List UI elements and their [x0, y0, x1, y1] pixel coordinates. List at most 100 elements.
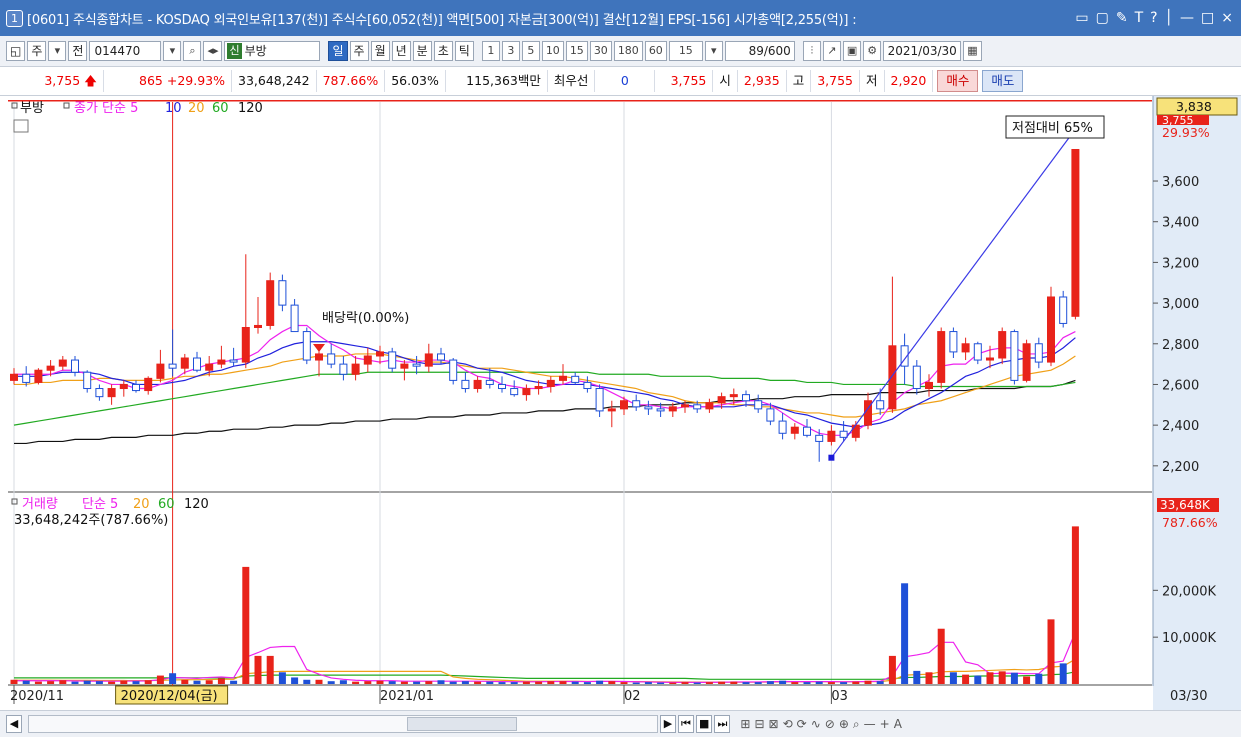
volume-bar: [937, 628, 945, 684]
volume-bar: [486, 681, 494, 684]
volume-value: 33,648,242: [232, 70, 317, 92]
volume-bar: [669, 682, 677, 684]
zoom-out-icon[interactable]: —: [864, 717, 876, 732]
tool-icon-4[interactable]: ⟲: [783, 717, 793, 732]
volume-bar: [1023, 676, 1031, 684]
scroll-left-button[interactable]: ◀: [6, 715, 22, 733]
volume-bar: [132, 681, 140, 684]
first-button[interactable]: ⏮: [678, 715, 694, 733]
candle-body: [1022, 343, 1031, 381]
volume-readout: 33,648,242주(787.66%): [14, 513, 168, 528]
volume-bar: [730, 681, 738, 684]
scrollbar-thumb[interactable]: [407, 717, 517, 731]
grid-toggle-icon[interactable]: [13, 119, 29, 133]
candle-body: [376, 351, 384, 357]
interval-15[interactable]: 15: [565, 41, 588, 61]
close-icon[interactable]: ×: [1221, 10, 1233, 26]
maximize-icon[interactable]: □: [1201, 10, 1214, 26]
calendar-icon[interactable]: ▦: [963, 41, 982, 61]
copy-window-icon[interactable]: ▢: [1096, 10, 1109, 26]
stock-chart[interactable]: 3,600 3,400 3,200 3,000 2,800 2,600 2,400 2,200…: [0, 96, 1241, 712]
candle-body: [144, 377, 153, 392]
date-input[interactable]: 2021/03/30: [883, 41, 962, 61]
play-button[interactable]: ▶: [660, 715, 676, 733]
interval-180[interactable]: 180: [613, 41, 643, 61]
stock-code-input[interactable]: 014470: [89, 41, 162, 61]
tool-icon-2[interactable]: ⊟: [754, 717, 764, 732]
candle-body: [266, 280, 275, 326]
indicator-icon[interactable]: ⫶: [802, 41, 821, 61]
tool-icon-7[interactable]: ⊘: [825, 717, 835, 732]
buy-button[interactable]: 매수: [937, 70, 979, 92]
sell-button[interactable]: 매도: [982, 70, 1024, 92]
stop-button[interactable]: ■: [696, 715, 713, 733]
interval-60[interactable]: 60: [644, 41, 667, 61]
layout-icon[interactable]: ◱: [6, 41, 26, 61]
font-size-icon[interactable]: A: [894, 717, 902, 732]
volume-bar: [193, 680, 201, 684]
font-icon[interactable]: T: [1135, 10, 1144, 26]
interval-input[interactable]: 15: [668, 41, 703, 61]
zoom-in-icon[interactable]: +: [880, 717, 890, 732]
volume-bar: [254, 655, 262, 684]
tab-minute[interactable]: 분: [412, 41, 432, 61]
zoom-icon[interactable]: ⌕: [853, 717, 860, 732]
volume-bar: [901, 583, 909, 684]
count-input[interactable]: 89/600: [724, 41, 795, 61]
interval-5[interactable]: 5: [521, 41, 540, 61]
minimize-icon[interactable]: —: [1180, 10, 1194, 26]
chevron-down-icon[interactable]: ▾: [48, 41, 67, 61]
prev-button[interactable]: 전: [68, 41, 88, 61]
volume-bar: [766, 681, 774, 684]
scrollbar[interactable]: [28, 715, 658, 733]
chevron-down-icon[interactable]: ▾: [704, 41, 723, 61]
tab-month[interactable]: 월: [370, 41, 390, 61]
interval-10[interactable]: 10: [541, 41, 564, 61]
candle-body: [412, 363, 421, 367]
candle-body: [278, 280, 287, 306]
interval-1[interactable]: 1: [481, 41, 500, 61]
tool-icon-6[interactable]: ∿: [811, 717, 821, 732]
search-icon[interactable]: ⌕: [183, 41, 202, 61]
candle-body: [912, 365, 921, 390]
candle-body: [339, 363, 348, 375]
edit-icon[interactable]: ✎: [1116, 10, 1128, 26]
volume-bar: [71, 681, 79, 684]
layout-icon[interactable]: ▭: [1075, 10, 1088, 26]
tool-icon-1[interactable]: ⊞: [740, 717, 750, 732]
stock-name-field[interactable]: 신 부방: [224, 41, 321, 61]
volume-bar: [779, 680, 787, 684]
help-icon[interactable]: ?: [1150, 10, 1157, 26]
tab-year[interactable]: 년: [391, 41, 411, 61]
volume-bar: [608, 681, 616, 684]
last-button[interactable]: ⏭: [714, 715, 731, 733]
candle-body: [388, 351, 397, 369]
count-total: /600: [763, 44, 791, 58]
low-ratio-annotation: 저점대비 65%: [1012, 121, 1093, 136]
tab-tick[interactable]: 틱: [454, 41, 474, 61]
tab-week[interactable]: 주: [349, 41, 369, 61]
candle-body: [34, 369, 43, 383]
gear-icon[interactable]: ⚙: [863, 41, 882, 61]
tab-second[interactable]: 초: [433, 41, 453, 61]
interval-3[interactable]: 3: [501, 41, 520, 61]
tool-icon-3[interactable]: ⊠: [769, 717, 779, 732]
volume-bar: [925, 672, 933, 684]
tool-icon-5[interactable]: ⟳: [797, 717, 807, 732]
trend-tool-icon[interactable]: ↗: [822, 41, 841, 61]
window-number-badge[interactable]: 1: [6, 9, 23, 27]
chevron-down-icon[interactable]: ▾: [163, 41, 182, 61]
period-type-select[interactable]: 주: [27, 41, 47, 61]
price-value: 3,755: [44, 73, 81, 88]
candle-body: [961, 343, 970, 353]
save-icon[interactable]: ▣: [842, 41, 862, 61]
sound-icon[interactable]: ◂▸: [203, 41, 223, 61]
tool-icon-8[interactable]: ⊕: [839, 717, 849, 732]
candle-body: [571, 375, 580, 383]
interval-30[interactable]: 30: [589, 41, 612, 61]
volume-bar: [10, 679, 18, 684]
window-title: [0601] 주식종합차트 - KOSDAQ 외국인보유[137(천)] 주식수…: [27, 12, 857, 28]
tab-day[interactable]: 일: [328, 41, 348, 61]
legend-ma20: 20: [188, 101, 205, 116]
candle-body: [22, 373, 31, 383]
